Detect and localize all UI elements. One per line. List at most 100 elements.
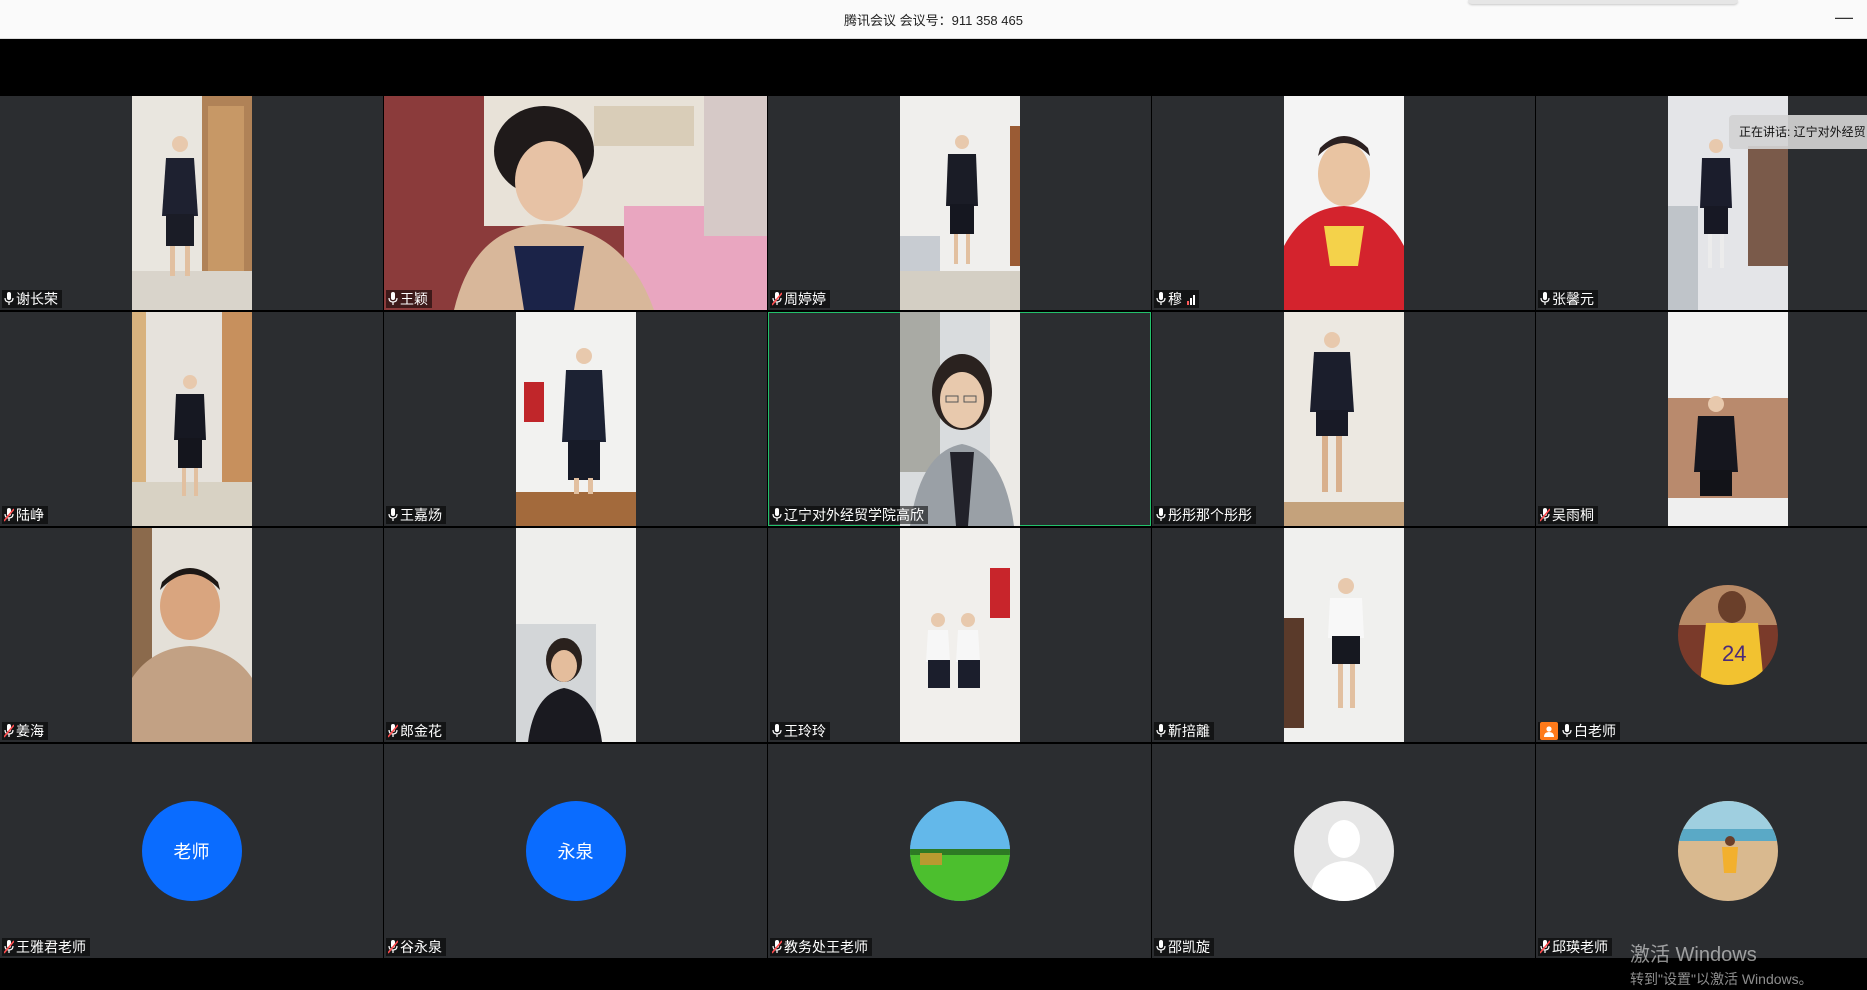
video-feed: [132, 312, 252, 526]
participant-name: 陆峥: [16, 507, 44, 523]
participant-name: 靳掊離: [1168, 723, 1210, 739]
participant-name-tag: 王玲玲: [770, 722, 830, 740]
participant-tile[interactable]: 邵凯旋: [1152, 744, 1535, 958]
mic-icon: [4, 292, 14, 305]
participant-avatar: 24: [1677, 585, 1778, 685]
mic-icon: [772, 508, 782, 521]
participant-name: 周婷婷: [784, 291, 826, 307]
participant-name: 谢长荣: [16, 291, 58, 307]
video-feed: [1284, 312, 1404, 526]
participant-tile[interactable]: 谢长荣: [0, 96, 383, 310]
participant-name: 王雅君老师: [16, 939, 86, 955]
participant-tile[interactable]: 穆: [1152, 96, 1535, 310]
video-feed: [900, 96, 1020, 310]
participant-tile[interactable]: 姜海: [0, 528, 383, 742]
participant-name-tag: 王嘉炀: [386, 506, 446, 524]
participant-name-tag: 周婷婷: [770, 290, 830, 308]
participant-name-tag: 谢长荣: [2, 290, 62, 308]
mic-muted-icon: [4, 508, 14, 522]
mic-icon: [1156, 292, 1166, 305]
participant-tile[interactable]: 24 白老师: [1536, 528, 1867, 742]
participant-avatar: 永泉: [525, 801, 626, 901]
mic-muted-icon: [4, 724, 14, 738]
video-feed: [900, 312, 1020, 526]
participant-name-tag: 穆: [1154, 290, 1199, 308]
participant-name: 邵凯旋: [1168, 939, 1210, 955]
participant-tile[interactable]: 王颖: [384, 96, 767, 310]
participant-name: 张馨元: [1552, 291, 1594, 307]
participant-tile[interactable]: 王玲玲: [768, 528, 1151, 742]
video-feed: [132, 96, 252, 310]
participant-name-tag: 姜海: [2, 722, 48, 740]
participant-tile-active-speaker[interactable]: 辽宁对外经贸学院高欣: [768, 312, 1151, 526]
participant-tile[interactable]: 靳掊離: [1152, 528, 1535, 742]
participant-tile[interactable]: 周婷婷: [768, 96, 1151, 310]
participant-tile[interactable]: 老师 王雅君老师: [0, 744, 383, 958]
meeting-title: 腾讯会议 会议号：911 358 465: [844, 13, 1023, 28]
watermark-title: 激活 Windows: [1630, 944, 1757, 966]
participant-name: 教务处王老师: [784, 939, 868, 955]
svg-text:24: 24: [1722, 641, 1746, 666]
participant-tile[interactable]: 吴雨桐: [1536, 312, 1867, 526]
participant-name: 邱瑛老师: [1552, 939, 1608, 955]
mic-muted-icon: [388, 724, 398, 738]
participant-avatar: [909, 801, 1010, 901]
video-feed: [516, 312, 636, 526]
windows-activation-watermark: 激活 Windows 转到"设置"以激活 Windows。: [1630, 944, 1813, 988]
participant-name-tag: 辽宁对外经贸学院高欣: [770, 506, 928, 524]
mic-muted-icon: [1540, 940, 1550, 954]
participant-name-tag: 王颖: [386, 290, 432, 308]
participant-name: 白老师: [1574, 723, 1616, 739]
video-feed: [1668, 312, 1788, 526]
title-tab-edge: [1468, 0, 1738, 4]
participant-name: 穆: [1168, 291, 1182, 307]
participant-tile[interactable]: 永泉 谷永泉: [384, 744, 767, 958]
participant-name-tag: 邵凯旋: [1154, 938, 1214, 956]
participant-name: 王颖: [400, 291, 428, 307]
participant-name-tag: 张馨元: [1538, 290, 1598, 308]
participant-name: 王玲玲: [784, 723, 826, 739]
participant-name-tag: 郎金花: [386, 722, 446, 740]
participant-name-tag: 陆峥: [2, 506, 48, 524]
participant-tile[interactable]: 王嘉炀: [384, 312, 767, 526]
video-feed: [516, 528, 636, 742]
participant-avatar: [1677, 801, 1778, 901]
mic-muted-icon: [4, 940, 14, 954]
mic-icon: [388, 508, 398, 521]
participant-tile[interactable]: 教务处王老师: [768, 744, 1151, 958]
mic-icon: [1562, 724, 1572, 737]
mic-muted-icon: [772, 940, 782, 954]
participant-name: 辽宁对外经贸学院高欣: [784, 507, 924, 523]
mic-icon: [388, 292, 398, 305]
participant-name-tag: 靳掊離: [1154, 722, 1214, 740]
video-feed: [132, 528, 252, 742]
participant-name: 谷永泉: [400, 939, 442, 955]
video-grid: 谢长荣 王颖 周婷婷 穆 张馨元 陆峥 王嘉炀 辽宁对外经贸学院高欣 彤彤那个彤…: [0, 96, 1867, 958]
participant-name-tag: 王雅君老师: [2, 938, 90, 956]
mic-muted-icon: [772, 292, 782, 306]
watermark-subtitle: 转到"设置"以激活 Windows。: [1630, 971, 1813, 987]
participant-name: 姜海: [16, 723, 44, 739]
participant-name: 吴雨桐: [1552, 507, 1594, 523]
minimize-button[interactable]: —: [1835, 8, 1853, 27]
participant-tile[interactable]: 邱瑛老师: [1536, 744, 1867, 958]
participant-tile[interactable]: 彤彤那个彤彤: [1152, 312, 1535, 526]
mic-icon: [1540, 292, 1550, 305]
participant-name-tag: 谷永泉: [386, 938, 446, 956]
participant-avatar: 老师: [141, 801, 242, 901]
video-feed: [900, 528, 1020, 742]
mic-icon: [1156, 724, 1166, 737]
mic-muted-icon: [1540, 508, 1550, 522]
mic-muted-icon: [388, 940, 398, 954]
participant-name-tag: 教务处王老师: [770, 938, 872, 956]
participant-name-tag: 吴雨桐: [1538, 506, 1598, 524]
default-avatar-icon: [1293, 801, 1394, 901]
participant-name-tag: 彤彤那个彤彤: [1154, 506, 1256, 524]
participant-tile[interactable]: 陆峥: [0, 312, 383, 526]
speaking-indicator: 正在讲话: 辽宁对外经贸: [1729, 115, 1867, 149]
mic-icon: [772, 724, 782, 737]
participant-tile[interactable]: 郎金花: [384, 528, 767, 742]
mic-icon: [1156, 940, 1166, 953]
mic-icon: [1156, 508, 1166, 521]
host-icon: [1540, 722, 1558, 740]
